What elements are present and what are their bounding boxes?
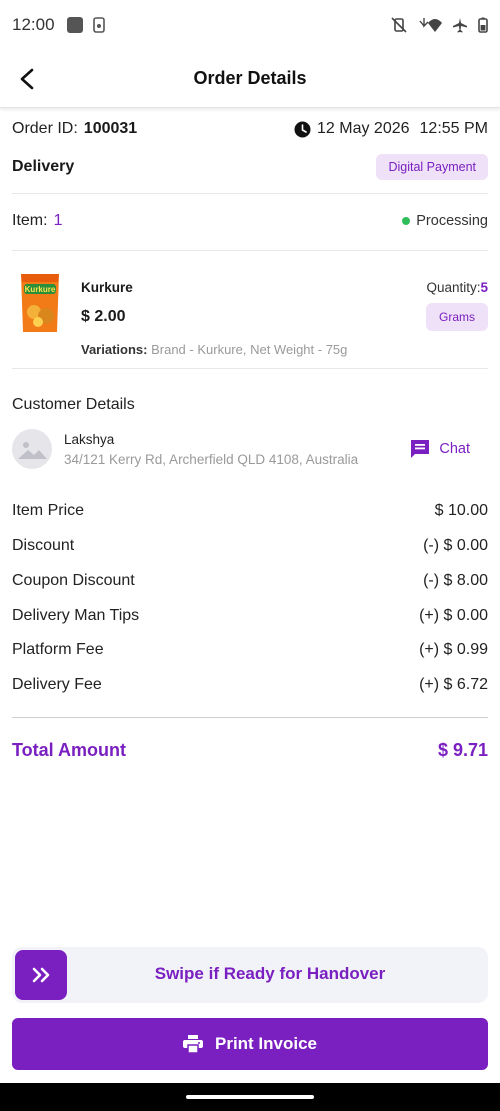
price-value: (+) $ 0.00 xyxy=(419,607,488,624)
app-notification-icon xyxy=(66,17,83,33)
total-row: Total Amount $ 9.71 xyxy=(12,740,488,761)
battery-icon xyxy=(478,17,488,33)
back-arrow-icon xyxy=(20,68,34,90)
print-invoice-label: Print Invoice xyxy=(214,1034,318,1053)
variations-value: Brand - Kurkure, Net Weight - 75g xyxy=(151,342,348,357)
customer-name: Lakshya xyxy=(64,432,115,447)
chat-button[interactable]: Chat xyxy=(409,438,470,460)
price-row-platform-fee: Platform Fee (+) $ 0.99 xyxy=(12,641,488,659)
price-value: (-) $ 0.00 xyxy=(423,537,488,554)
variations-label: Variations: xyxy=(81,342,148,357)
quantity-value: 5 xyxy=(480,280,488,295)
price-row-delivery-man-tips: Delivery Man Tips (+) $ 0.00 xyxy=(12,607,488,625)
item-label: Item: xyxy=(12,212,48,229)
payment-badge: Digital Payment xyxy=(376,154,488,180)
price-value: (-) $ 8.00 xyxy=(423,572,488,589)
price-row-discount: Discount (-) $ 0.00 xyxy=(12,537,488,555)
phone-notification-icon xyxy=(92,17,105,33)
image-placeholder-icon xyxy=(18,442,47,459)
status-dot-icon xyxy=(402,217,411,225)
price-label: Discount xyxy=(12,537,75,554)
product-brand-text: Kurkure xyxy=(25,285,56,294)
back-button[interactable] xyxy=(12,63,44,95)
customer-details-title: Customer Details xyxy=(12,396,135,413)
status-bar: 12:00 xyxy=(0,0,500,50)
page-title: Order Details xyxy=(193,68,307,88)
order-id-row: Order ID: 100031 12 May 2026 12:55 PM xyxy=(12,120,488,138)
status-time: 12:00 xyxy=(12,15,55,34)
home-gesture-handle[interactable] xyxy=(186,1095,314,1099)
order-date: 12 May 2026 xyxy=(317,120,410,137)
product-price: $ 2.00 xyxy=(81,308,126,325)
printer-icon xyxy=(182,1035,203,1053)
product-item[interactable]: Kurkure Kurkure $ 2.00 Variations: Brand… xyxy=(12,266,488,362)
order-time: 12:55 PM xyxy=(419,120,488,137)
airplane-mode-icon xyxy=(453,18,467,33)
customer-card: Lakshya 34/121 Kerry Rd, Archerfield QLD… xyxy=(12,428,488,472)
delivery-row: Delivery Digital Payment xyxy=(12,154,488,180)
price-value: (+) $ 0.99 xyxy=(419,641,488,658)
product-image: Kurkure xyxy=(21,274,59,332)
product-name: Kurkure xyxy=(81,280,133,295)
order-datetime: 12 May 2026 12:55 PM xyxy=(294,120,488,138)
price-row-item-price: Item Price $ 10.00 xyxy=(12,502,488,520)
total-label: Total Amount xyxy=(12,740,126,760)
order-id-value: 100031 xyxy=(83,120,138,137)
quantity: Quantity:5 xyxy=(426,280,488,295)
order-id-label: Order ID: xyxy=(12,120,78,137)
wifi-icon xyxy=(419,18,442,32)
chat-label: Chat xyxy=(439,441,470,457)
customer-address: 34/121 Kerry Rd, Archerfield QLD 4108, A… xyxy=(64,452,359,467)
vibrate-off-icon xyxy=(391,17,407,33)
product-variations: Variations: Brand - Kurkure, Net Weight … xyxy=(81,342,347,357)
divider xyxy=(12,368,488,369)
clock-icon xyxy=(294,121,311,137)
price-row-coupon-discount: Coupon Discount (-) $ 8.00 xyxy=(12,572,488,590)
price-value: (+) $ 6.72 xyxy=(419,676,488,693)
item-count: 1 xyxy=(53,212,63,229)
avatar xyxy=(12,429,52,469)
total-value: $ 9.71 xyxy=(437,740,488,760)
status-text: Processing xyxy=(416,213,488,229)
price-label: Delivery Man Tips xyxy=(12,607,140,624)
price-value: $ 10.00 xyxy=(434,502,488,519)
order-status: Processing xyxy=(402,213,488,229)
quantity-label: Quantity: xyxy=(426,280,481,295)
print-invoice-button[interactable]: Print Invoice xyxy=(12,1018,488,1070)
status-left-icons xyxy=(66,17,107,33)
price-label: Item Price xyxy=(12,502,85,519)
order-type: Delivery xyxy=(12,158,75,175)
price-label: Delivery Fee xyxy=(12,676,102,693)
unit-badge: Grams xyxy=(426,303,488,331)
divider xyxy=(12,717,488,718)
status-right-icons xyxy=(390,17,488,33)
swipe-label: Swipe if Ready for Handover xyxy=(154,964,386,983)
swipe-handover-slider[interactable]: Swipe if Ready for Handover xyxy=(12,947,488,1003)
price-row-delivery-fee: Delivery Fee (+) $ 6.72 xyxy=(12,676,488,694)
divider xyxy=(12,250,488,251)
divider xyxy=(12,193,488,194)
price-label: Coupon Discount xyxy=(12,572,135,589)
chat-icon xyxy=(411,440,430,458)
app-bar: Order Details xyxy=(0,50,500,108)
item-status-row: Item: 1 Processing xyxy=(12,212,488,230)
system-nav-bar xyxy=(0,1083,500,1111)
price-label: Platform Fee xyxy=(12,641,104,658)
